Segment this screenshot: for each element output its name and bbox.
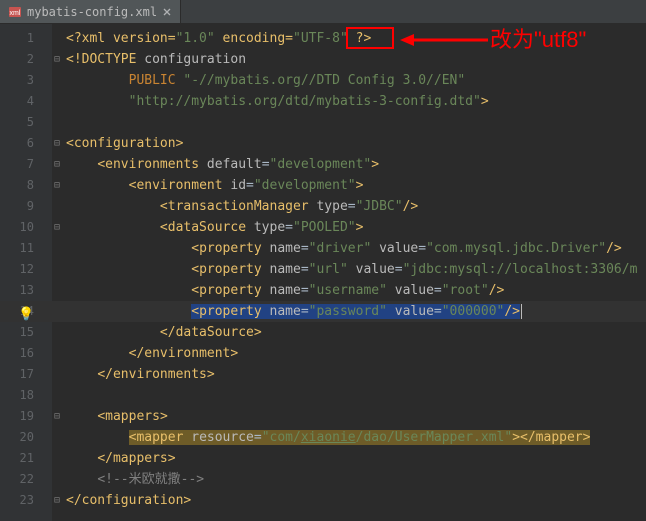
code-line[interactable]: ⊟<!DOCTYPE configuration [52, 49, 646, 70]
line-number: 12 [0, 259, 52, 280]
code-line[interactable]: </environments> [52, 364, 646, 385]
text-caret [521, 304, 522, 319]
line-number: 21 [0, 448, 52, 469]
code-line[interactable] [52, 385, 646, 406]
line-number: 15 [0, 322, 52, 343]
line-number: 2 [0, 49, 52, 70]
tab-bar: xml mybatis-config.xml [0, 0, 646, 24]
code-line[interactable]: <?xml version="1.0" encoding="UTF-8" ?> [52, 28, 646, 49]
line-number: 4 [0, 91, 52, 112]
code-line[interactable]: <property name="username" value="root"/> [52, 280, 646, 301]
tab-mybatis-config[interactable]: xml mybatis-config.xml [0, 0, 181, 23]
fold-icon[interactable]: ⊟ [54, 133, 64, 154]
line-number: 10 [0, 217, 52, 238]
code-line[interactable]: ⊟ <dataSource type="POOLED"> [52, 217, 646, 238]
line-number: 19 [0, 406, 52, 427]
code-line[interactable]: <property name="url" value="jdbc:mysql:/… [52, 259, 646, 280]
line-number: 22 [0, 469, 52, 490]
fold-icon[interactable]: ⊟ [54, 175, 64, 196]
line-number: 17 [0, 364, 52, 385]
line-number: 20 [0, 427, 52, 448]
code-line[interactable]: PUBLIC "-//mybatis.org//DTD Config 3.0//… [52, 70, 646, 91]
fold-icon[interactable]: ⊟ [54, 49, 64, 70]
code-line[interactable]: <property name="driver" value="com.mysql… [52, 238, 646, 259]
svg-text:xml: xml [10, 10, 21, 17]
line-number: 3 [0, 70, 52, 91]
code-line[interactable]: ⊟ <environment id="development"> [52, 175, 646, 196]
line-number: 18 [0, 385, 52, 406]
line-number: 13 [0, 280, 52, 301]
tab-label: mybatis-config.xml [27, 5, 157, 19]
fold-icon[interactable]: ⊟ [54, 154, 64, 175]
editor-area: 1 2 3 4 5 6 7 8 9 10 11 12 13 💡 14 15 16… [0, 24, 646, 521]
code-line[interactable] [52, 112, 646, 133]
code-line[interactable]: </environment> [52, 343, 646, 364]
line-number: 💡 14 [0, 301, 52, 322]
close-icon[interactable] [162, 7, 172, 17]
code-line[interactable]: ⊟<configuration> [52, 133, 646, 154]
line-number: 8 [0, 175, 52, 196]
line-number: 23 [0, 490, 52, 511]
fold-icon[interactable]: ⊟ [54, 406, 64, 427]
code-line[interactable]: ⊟ <environments default="development"> [52, 154, 646, 175]
code-line[interactable]: <property name="password" value="000000"… [52, 301, 646, 322]
xml-file-icon: xml [8, 5, 22, 19]
line-number: 1 [0, 28, 52, 49]
code-line[interactable]: "http://mybatis.org/dtd/mybatis-3-config… [52, 91, 646, 112]
line-number: 9 [0, 196, 52, 217]
code-line[interactable]: </mappers> [52, 448, 646, 469]
code-line[interactable]: ⊟</configuration> [52, 490, 646, 511]
code-line[interactable]: ⊟ <mappers> [52, 406, 646, 427]
line-number: 6 [0, 133, 52, 154]
gutter: 1 2 3 4 5 6 7 8 9 10 11 12 13 💡 14 15 16… [0, 24, 52, 521]
fold-icon[interactable]: ⊟ [54, 490, 64, 511]
fold-icon[interactable]: ⊟ [54, 217, 64, 238]
line-number: 16 [0, 343, 52, 364]
code-line[interactable]: <mapper resource="com/xiaonie/dao/UserMa… [52, 427, 646, 448]
line-number: 11 [0, 238, 52, 259]
code-line[interactable]: <!--米欧就撒--> [52, 469, 646, 490]
code-content[interactable]: 改为"utf8" <?xml version="1.0" encoding="U… [52, 24, 646, 521]
line-number: 5 [0, 112, 52, 133]
code-line[interactable]: </dataSource> [52, 322, 646, 343]
code-line[interactable]: <transactionManager type="JDBC"/> [52, 196, 646, 217]
line-number: 7 [0, 154, 52, 175]
